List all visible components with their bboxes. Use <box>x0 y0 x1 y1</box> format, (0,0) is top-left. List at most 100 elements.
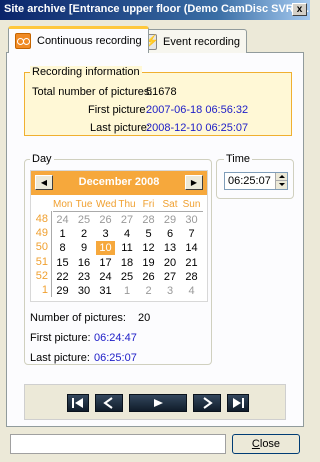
calendar-day[interactable]: 12 <box>139 241 158 255</box>
calendar-day[interactable]: 2 <box>75 227 94 241</box>
skip-to-start-button[interactable] <box>67 394 89 412</box>
calendar-day[interactable]: 24 <box>53 213 72 227</box>
calendar-day[interactable]: 7 <box>182 227 201 241</box>
play-button[interactable] <box>129 394 187 412</box>
continuous-recording-icon <box>15 33 31 49</box>
spin-down-button[interactable] <box>275 181 287 189</box>
step-forward-button[interactable] <box>193 394 221 412</box>
calendar-day[interactable]: 16 <box>75 256 94 270</box>
calendar-day[interactable]: 14 <box>182 241 201 255</box>
tab-label: Event recording <box>163 35 241 48</box>
calendar-day[interactable]: 11 <box>118 241 137 255</box>
calendar-day[interactable]: 25 <box>75 213 94 227</box>
calendar-day[interactable]: 3 <box>96 227 115 241</box>
day-first-picture-label: First picture: <box>30 332 91 344</box>
tab-continuous-recording[interactable]: Continuous recording <box>8 26 149 53</box>
playback-controls <box>24 384 286 420</box>
calendar-day[interactable]: 30 <box>182 213 201 227</box>
step-back-icon <box>103 397 113 409</box>
calendar-day[interactable]: 26 <box>96 213 115 227</box>
calendar-day[interactable]: 13 <box>161 241 180 255</box>
first-picture-value: 2007-06-18 06:56:32 <box>146 104 249 116</box>
calendar-day[interactable]: 28 <box>139 213 158 227</box>
calendar-day[interactable]: 21 <box>182 256 201 270</box>
window-title-bar[interactable]: Site archive [Entrance upper floor (Demo… <box>0 0 310 20</box>
calendar-day[interactable]: 4 <box>182 284 201 298</box>
calendar-day[interactable]: 27 <box>161 270 180 284</box>
last-picture-value: 2008-12-10 06:25:07 <box>146 122 249 134</box>
last-picture-label: Last picture: <box>90 122 150 134</box>
close-button-mnemonic: C <box>251 438 260 450</box>
close-button-label: lose <box>259 438 281 450</box>
total-pictures-value: 51678 <box>146 86 177 98</box>
status-field <box>10 434 226 454</box>
day-last-picture-value: 06:25:07 <box>94 352 137 364</box>
calendar-day[interactable]: 22 <box>53 270 72 284</box>
calendar-month-title: December 2008 <box>78 176 160 188</box>
step-forward-icon <box>203 397 213 409</box>
calendar-day[interactable]: 17 <box>96 256 115 270</box>
calendar-day[interactable]: 25 <box>118 270 137 284</box>
spin-up-button[interactable] <box>275 173 287 181</box>
calendar-day[interactable]: 2 <box>139 284 158 298</box>
calendar-day[interactable]: 24 <box>96 270 115 284</box>
week-number: 51 <box>35 255 48 268</box>
calendar-day[interactable]: 9 <box>75 241 94 255</box>
calendar-day[interactable]: 3 <box>161 284 180 298</box>
day-first-picture-value: 06:24:47 <box>94 332 137 344</box>
week-number: 1 <box>41 284 48 296</box>
calendar-day[interactable]: 26 <box>139 270 158 284</box>
recording-information-legend: Recording information <box>30 66 142 79</box>
calendar-day[interactable]: 23 <box>75 270 94 284</box>
calendar-day[interactable]: 5 <box>139 227 158 241</box>
skip-to-end-icon <box>233 398 244 408</box>
tab-label: Continuous recording <box>37 35 142 47</box>
calendar-day[interactable]: 1 <box>118 284 137 298</box>
week-number: 52 <box>35 269 48 282</box>
time-spinner-input[interactable]: 06:25:07 <box>224 172 288 190</box>
week-number: 50 <box>35 241 48 254</box>
skip-to-start-icon <box>72 398 83 408</box>
chevron-right-icon: ▶ <box>190 178 198 187</box>
calendar-day[interactable]: 1 <box>53 227 72 241</box>
calendar-day[interactable]: 8 <box>53 241 72 255</box>
day-picture-count-value: 20 <box>138 312 151 324</box>
calendar-day[interactable]: 29 <box>161 213 180 227</box>
weekday-header: Wed <box>96 199 117 210</box>
calendar-day[interactable]: 4 <box>118 227 137 241</box>
calendar-day[interactable]: 30 <box>75 284 94 298</box>
calendar[interactable]: ◀ December 2008 ▶ Mon Tue Wed Thu Fri Sat Sun … <box>30 170 208 302</box>
first-picture-label: First picture: <box>88 104 149 116</box>
step-back-button[interactable] <box>95 394 123 412</box>
calendar-day[interactable]: 20 <box>161 256 180 270</box>
calendar-divider <box>53 211 203 212</box>
day-picture-count-label: Number of pictures: <box>30 312 126 324</box>
tab-event-recording[interactable]: Event recording <box>134 29 248 53</box>
weekday-header: Mon <box>53 199 73 210</box>
play-icon <box>154 399 163 407</box>
calendar-day[interactable]: 31 <box>96 284 115 298</box>
calendar-week-divider <box>51 211 52 297</box>
time-value: 06:25:07 <box>228 175 271 187</box>
total-pictures-label: Total number of pictures: <box>32 86 153 98</box>
calendar-day[interactable]: 18 <box>118 256 137 270</box>
calendar-day[interactable]: 19 <box>139 256 158 270</box>
calendar-day[interactable]: 27 <box>118 213 137 227</box>
skip-to-end-button[interactable] <box>227 394 249 412</box>
day-legend: Day <box>30 153 54 166</box>
calendar-day[interactable]: 28 <box>182 270 201 284</box>
week-number: 48 <box>35 213 48 225</box>
day-last-picture-label: Last picture: <box>30 352 90 364</box>
window-close-button[interactable]: x <box>292 3 307 16</box>
previous-month-button[interactable]: ◀ <box>35 175 53 190</box>
chevron-left-icon: ◀ <box>40 178 48 187</box>
calendar-day[interactable]: 15 <box>53 256 72 270</box>
calendar-day-selected[interactable]: 10 <box>96 241 115 256</box>
calendar-day[interactable]: 6 <box>161 227 180 241</box>
next-month-button[interactable]: ▶ <box>185 175 203 190</box>
close-button[interactable]: Close <box>232 434 300 454</box>
time-legend: Time <box>224 153 253 166</box>
weekday-header: Thu <box>118 199 136 210</box>
calendar-day[interactable]: 29 <box>53 284 72 298</box>
weekday-header: Tue <box>75 199 93 210</box>
